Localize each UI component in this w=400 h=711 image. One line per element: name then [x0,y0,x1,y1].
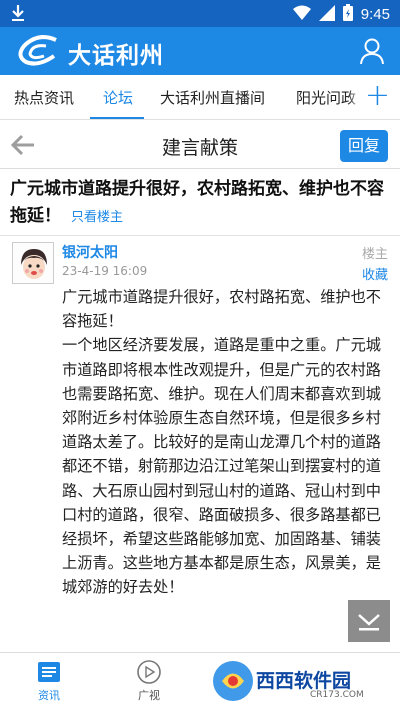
nav-item-video-label: 广视 [138,689,160,702]
favorite-link[interactable]: 收藏 [362,264,388,283]
battery-icon [342,4,353,25]
watermark-logo-icon [213,661,253,701]
user-icon[interactable] [358,37,386,65]
only-op-link[interactable]: 只看楼主 [71,210,123,225]
floor-label: 楼主 [361,247,388,262]
divider [0,235,400,236]
scroll-down-icon [358,614,380,631]
post-title-text: 广元城市道路提升很好，农村路拓宽、维护也不容拖延！ [10,179,384,226]
app-header: 大话利州 [0,27,400,75]
post-body-text: 一个地区经济要发展，道路是重中之重。广元城市道路即将根本性改观提升，但是广元的农… [62,336,381,597]
add-channel-icon[interactable]: + [365,79,390,113]
nav-item-video[interactable]: 广视 [119,659,179,703]
avatar[interactable] [12,242,54,284]
reply-button[interactable]: 回复 [340,130,388,162]
nav-item-news-label: 资讯 [38,689,60,702]
tab-hot-news[interactable]: 热点资讯 [14,87,74,108]
tab-live-room[interactable]: 大话利州直播间 [160,87,265,108]
wifi-icon [292,5,311,25]
post-title: 广元城市道路提升很好，农村路拓宽、维护也不容拖延！ 只看楼主 [10,176,390,231]
channel-tabs: 热点资讯 论坛 大话利州直播间 阳光问政 + [0,75,400,120]
news-icon [36,659,62,685]
app-logo-icon [16,34,64,68]
nav-item-news[interactable]: 资讯 [19,659,79,703]
post-time: 23-4-19 16:09 [62,264,148,278]
watermark-text: 西西软件园 [256,670,352,692]
play-icon [136,659,162,685]
tab-sunshine-politics[interactable]: 阳光问政 [296,87,356,108]
download-icon [10,4,26,26]
post-body: 广元城市道路提升很好，农村路拓宽、维护也不容拖延！ 一个地区经济要发展，道路是重… [62,285,388,645]
forum-subheader: 建言献策 回复 [0,121,400,169]
status-time: 9:45 [360,6,390,23]
post-body-heading: 广元城市道路提升很好，农村路拓宽、维护也不容拖延！ [62,288,381,331]
tab-forum[interactable]: 论坛 [103,87,133,108]
active-tab-indicator [90,117,144,119]
scroll-down-button[interactable] [348,600,390,642]
watermark-url: CR173.COM [310,690,364,700]
status-bar: 9:45 [0,0,400,27]
app-brand-title: 大话利州 [68,43,164,69]
post-author[interactable]: 银河太阳 [62,242,118,262]
add-channel-area: + [360,75,400,119]
signal-icon [318,4,335,25]
site-watermark: 西西软件园 CR173.COM [210,658,395,706]
